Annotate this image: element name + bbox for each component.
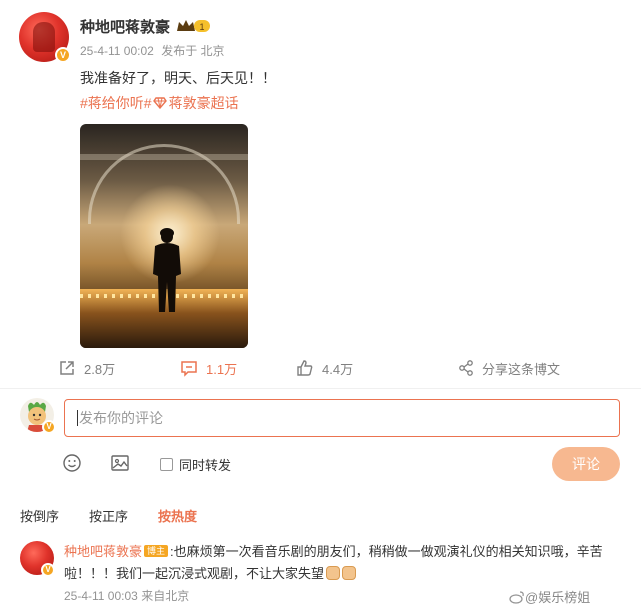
sort-by-hot[interactable]: 按热度 — [158, 506, 197, 525]
share-label: 分享这条博文 — [482, 361, 561, 377]
comment-sort-tabs: 按倒序 按正序 按热度 — [20, 506, 227, 525]
verified-icon: V — [41, 563, 55, 577]
comment-item: 种地吧蒋敦豪 博主:也麻烦第一次看音乐剧的朋友们，稍稍做一做观演礼仪的相关知识哦，… — [64, 541, 620, 585]
commenter-name[interactable]: 种地吧蒋敦豪 — [64, 544, 142, 559]
forward-option[interactable]: 同时转发 — [160, 455, 231, 474]
like-button[interactable]: 4.4万 — [296, 356, 353, 380]
author-badge: 博主 — [144, 545, 169, 557]
divider — [0, 388, 641, 389]
thumbs-up-icon — [297, 360, 313, 376]
comment-meta: 25-4-11 00:03 来自北京 — [64, 587, 189, 604]
watermark-text: @娱乐榜姐 — [525, 590, 591, 605]
post-body: 我准备好了，明天、后天见！！ — [80, 70, 276, 86]
share-icon — [459, 360, 473, 376]
post-meta: 25-4-11 00:02 发布于 北京 — [80, 42, 229, 59]
post-location: 发布于 北京 — [161, 44, 225, 58]
like-count: 4.4万 — [322, 361, 354, 377]
fist-emoji-icon — [326, 566, 341, 580]
post-date[interactable]: 25-4-11 00:02 — [80, 44, 154, 58]
repost-count: 2.8万 — [84, 361, 116, 377]
share-button[interactable]: 分享这条博文 — [458, 356, 560, 380]
super-topic-diamond-icon — [152, 97, 167, 109]
fan-level-crown-icon[interactable]: 1 — [176, 18, 212, 34]
comment-button[interactable]: 1.1万 — [180, 356, 237, 380]
post-actions: 2.8万 1.1万 4.4万 分享这条博文 — [0, 356, 641, 380]
sort-by-order[interactable]: 按正序 — [89, 506, 128, 525]
post-photo[interactable] — [80, 124, 248, 348]
repost-button[interactable]: 2.8万 — [58, 356, 115, 380]
silhouette-figure — [153, 228, 181, 312]
comment-placeholder: 发布你的评论 — [79, 410, 163, 426]
weibo-logo-icon — [509, 590, 524, 604]
forward-label: 同时转发 — [179, 458, 232, 473]
image-upload-icon[interactable] — [110, 453, 130, 473]
svg-text:1: 1 — [199, 22, 204, 32]
comment-icon — [181, 361, 197, 377]
submit-comment-button[interactable]: 评论 — [552, 447, 620, 481]
forward-checkbox[interactable] — [160, 458, 173, 471]
comment-source: 来自北京 — [141, 589, 190, 603]
watermark: @娱乐榜姐 — [509, 587, 590, 606]
post-tags: #蒋给你听# 蒋敦豪超话 — [80, 93, 239, 113]
author-name[interactable]: 种地吧蒋敦豪 — [80, 16, 170, 37]
super-topic-link[interactable]: 蒋敦豪超话 — [169, 93, 239, 113]
fist-emoji-icon — [342, 566, 357, 580]
comment-input[interactable]: 发布你的评论 — [64, 399, 620, 437]
comment-date: 25-4-11 00:03 — [64, 589, 138, 603]
weibo-post: V 种地吧蒋敦豪 1 25-4-11 00:02 发布于 北京 我准备好了，明天… — [0, 0, 641, 390]
sort-by-reverse[interactable]: 按倒序 — [20, 506, 59, 525]
comment-count: 1.1万 — [206, 361, 238, 377]
verified-icon: V — [42, 420, 56, 434]
emoji-icon[interactable] — [62, 453, 82, 473]
verified-icon: V — [55, 47, 71, 63]
repost-icon — [60, 361, 74, 375]
topic-tag[interactable]: #蒋给你听# — [80, 93, 152, 113]
text-caret — [77, 410, 78, 426]
